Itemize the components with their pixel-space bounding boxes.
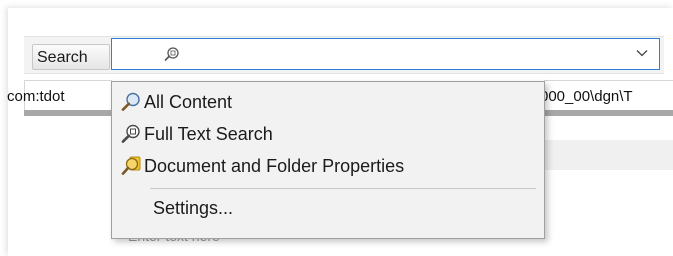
menu-item-full-text-search[interactable]: Full Text Search (112, 118, 544, 150)
path-text-left: com:tdot (7, 88, 65, 105)
properties-search-icon (121, 156, 141, 175)
menu-item-label: Full Text Search (144, 123, 273, 144)
path-text-right: 000_00\dgn\T (540, 88, 633, 105)
menu-item-settings[interactable]: Settings... (153, 198, 233, 219)
search-scope-combobox[interactable] (111, 38, 660, 70)
menu-item-label: Document and Folder Properties (144, 155, 405, 176)
fulltext-search-icon (121, 124, 140, 143)
search-scope-menu: All Content Full Text Search Document an… (111, 81, 545, 239)
screen: Search com:tdot 000_00\dgn\T Enter text … (0, 0, 673, 256)
menu-item-all-content[interactable]: All Content (112, 86, 544, 118)
menu-separator (150, 188, 536, 189)
path-scrollbar-right[interactable] (544, 110, 673, 116)
lower-panel-strip (544, 140, 673, 170)
search-label: Search (32, 44, 110, 70)
menu-item-label: All Content (144, 91, 233, 112)
menu-item-document-folder-properties[interactable]: Document and Folder Properties (112, 150, 544, 182)
magnifier-icon (121, 92, 140, 111)
fulltext-search-icon (164, 47, 179, 62)
chevron-down-icon[interactable] (635, 46, 649, 60)
path-scrollbar-left[interactable] (24, 110, 112, 116)
